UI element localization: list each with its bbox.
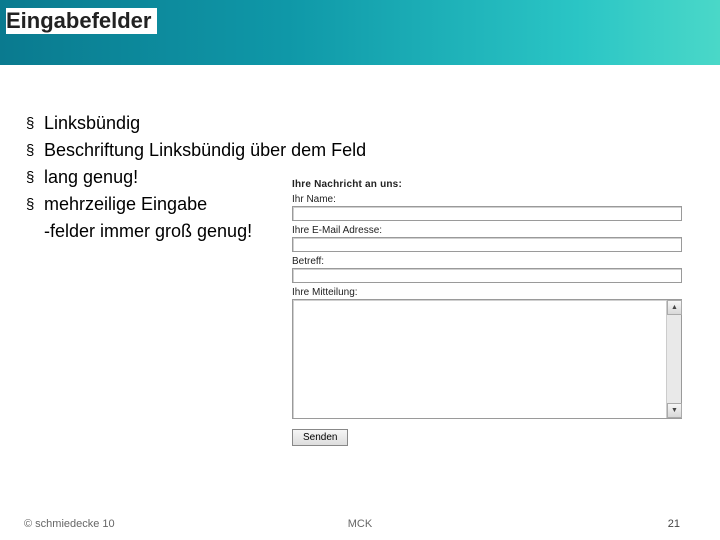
bullet-text: lang genug!: [44, 164, 138, 191]
form-row-message: Ihre Mitteilung: ▲ ▼: [292, 287, 692, 419]
bullet-icon: §: [22, 164, 44, 191]
form-row-email: Ihre E-Mail Adresse:: [292, 225, 692, 252]
scroll-down-icon[interactable]: ▼: [667, 403, 682, 418]
footer-course: MCK: [348, 518, 372, 530]
send-button[interactable]: Senden: [292, 429, 348, 446]
slide-header: Eingabefelder: [0, 0, 720, 65]
slide-title: Eingabefelder: [6, 8, 157, 34]
form-row-name: Ihr Name:: [292, 194, 692, 221]
scrollbar[interactable]: ▲ ▼: [666, 300, 681, 418]
message-label: Ihre Mitteilung:: [292, 287, 692, 298]
list-item: § Beschriftung Linksbündig über dem Feld: [22, 137, 720, 164]
slide-content: § Linksbündig § Beschriftung Linksbündig…: [0, 65, 720, 245]
subject-label: Betreff:: [292, 256, 692, 267]
form-heading: Ihre Nachricht an uns:: [292, 179, 692, 190]
form-screenshot: Ihre Nachricht an uns: Ihr Name: Ihre E-…: [292, 179, 692, 446]
email-label: Ihre E-Mail Adresse:: [292, 225, 692, 236]
footer-copyright: © schmiedecke 10: [24, 518, 115, 530]
subject-input[interactable]: [292, 268, 682, 283]
slide-footer: © schmiedecke 10 MCK 21: [0, 518, 720, 530]
message-textarea[interactable]: ▲ ▼: [292, 299, 682, 419]
footer-page-number: 21: [668, 518, 680, 530]
bullet-text: Linksbündig: [44, 110, 140, 137]
bullet-icon: §: [22, 191, 44, 218]
list-item: § Linksbündig: [22, 110, 720, 137]
bullet-icon: §: [22, 137, 44, 164]
form-row-subject: Betreff:: [292, 256, 692, 283]
name-label: Ihr Name:: [292, 194, 692, 205]
bullet-icon: §: [22, 110, 44, 137]
email-input[interactable]: [292, 237, 682, 252]
bullet-text: Beschriftung Linksbündig über dem Feld: [44, 137, 366, 164]
bullet-text: mehrzeilige Eingabe -felder immer groß g…: [44, 191, 252, 245]
scroll-up-icon[interactable]: ▲: [667, 300, 682, 315]
name-input[interactable]: [292, 206, 682, 221]
